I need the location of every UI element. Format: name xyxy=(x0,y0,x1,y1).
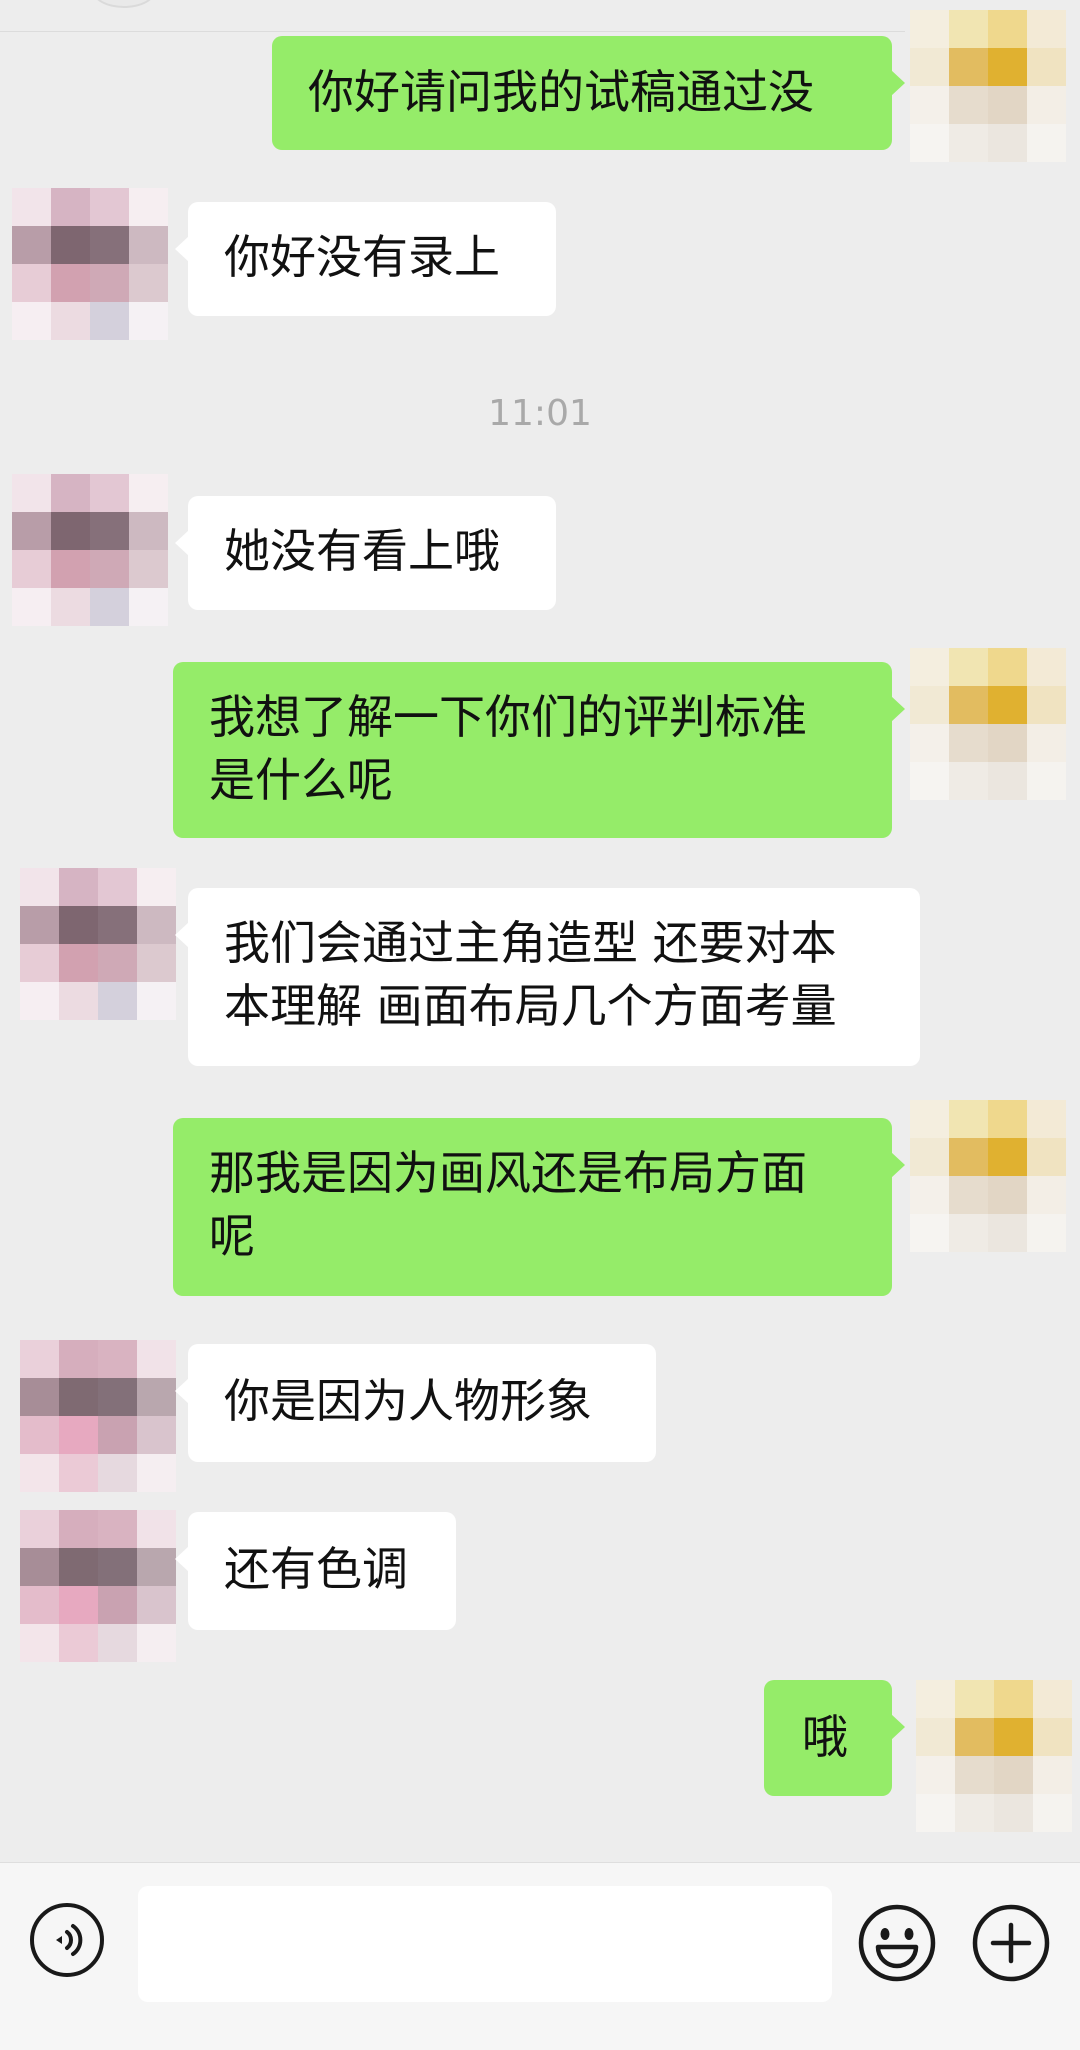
message-bubble-sent[interactable]: 我想了解一下你们的评判标准 是什么呢 xyxy=(173,662,905,838)
emoji-icon xyxy=(858,1904,936,1982)
message-bubble-received[interactable]: 你好没有录上 xyxy=(175,202,556,316)
message-text-line: 是什么呢 xyxy=(209,753,393,807)
message-text-line: 那我是因为画风还是布局方面 xyxy=(209,1146,807,1200)
message-text-line: 我想了解一下你们的评判标准 xyxy=(209,690,807,744)
message-text: 你好没有录上 xyxy=(224,230,500,284)
message-bubble-received[interactable]: 还有色调 xyxy=(175,1512,456,1630)
message-bubble-sent[interactable]: 你好请问我的试稿通过没 xyxy=(272,36,905,150)
plus-icon xyxy=(972,1904,1050,1982)
contact-avatar[interactable] xyxy=(20,868,176,1020)
message-bubble-received[interactable]: 我们会通过主角造型 还要对本 本理解 画面布局几个方面考量 xyxy=(175,888,920,1066)
message-text: 你是因为人物形象 xyxy=(224,1374,592,1428)
message-bubble-sent[interactable]: 那我是因为画风还是布局方面 呢 xyxy=(173,1118,905,1296)
input-bar xyxy=(0,1862,1080,2050)
my-avatar[interactable] xyxy=(910,10,1066,162)
message-text: 还有色调 xyxy=(224,1542,408,1596)
message-text: 她没有看上哦 xyxy=(224,524,500,578)
contact-avatar[interactable] xyxy=(12,474,168,626)
message-text: 你好请问我的试稿通过没 xyxy=(308,65,814,119)
chat-area[interactable]: 你好请问我的试稿通过没 你好没有录上 11:01 她没有看上哦 我想了解一下你们… xyxy=(0,0,1080,1862)
voice-icon xyxy=(56,1924,83,1956)
message-timestamp: 11:01 xyxy=(488,393,592,434)
message-bubble-sent[interactable]: 哦 xyxy=(764,1680,905,1796)
more-button[interactable] xyxy=(971,1903,1051,1983)
my-avatar[interactable] xyxy=(916,1680,1072,1832)
message-text-line: 呢 xyxy=(209,1209,255,1263)
message-input[interactable] xyxy=(138,1886,832,2002)
contact-avatar[interactable] xyxy=(12,188,168,340)
message-text-line: 本理解 画面布局几个方面考量 xyxy=(224,979,837,1033)
emoji-button[interactable] xyxy=(857,1903,937,1983)
contact-avatar[interactable] xyxy=(20,1510,176,1662)
voice-button[interactable] xyxy=(30,1903,104,1977)
message-bubble-received[interactable]: 你是因为人物形象 xyxy=(175,1344,656,1462)
my-avatar[interactable] xyxy=(910,1100,1066,1252)
previous-avatar-edge xyxy=(92,0,156,8)
divider xyxy=(0,31,905,32)
message-text: 哦 xyxy=(802,1710,848,1764)
my-avatar[interactable] xyxy=(910,648,1066,800)
message-text-line: 我们会通过主角造型 还要对本 xyxy=(224,916,837,970)
contact-avatar[interactable] xyxy=(20,1340,176,1492)
message-bubble-received[interactable]: 她没有看上哦 xyxy=(175,496,556,610)
